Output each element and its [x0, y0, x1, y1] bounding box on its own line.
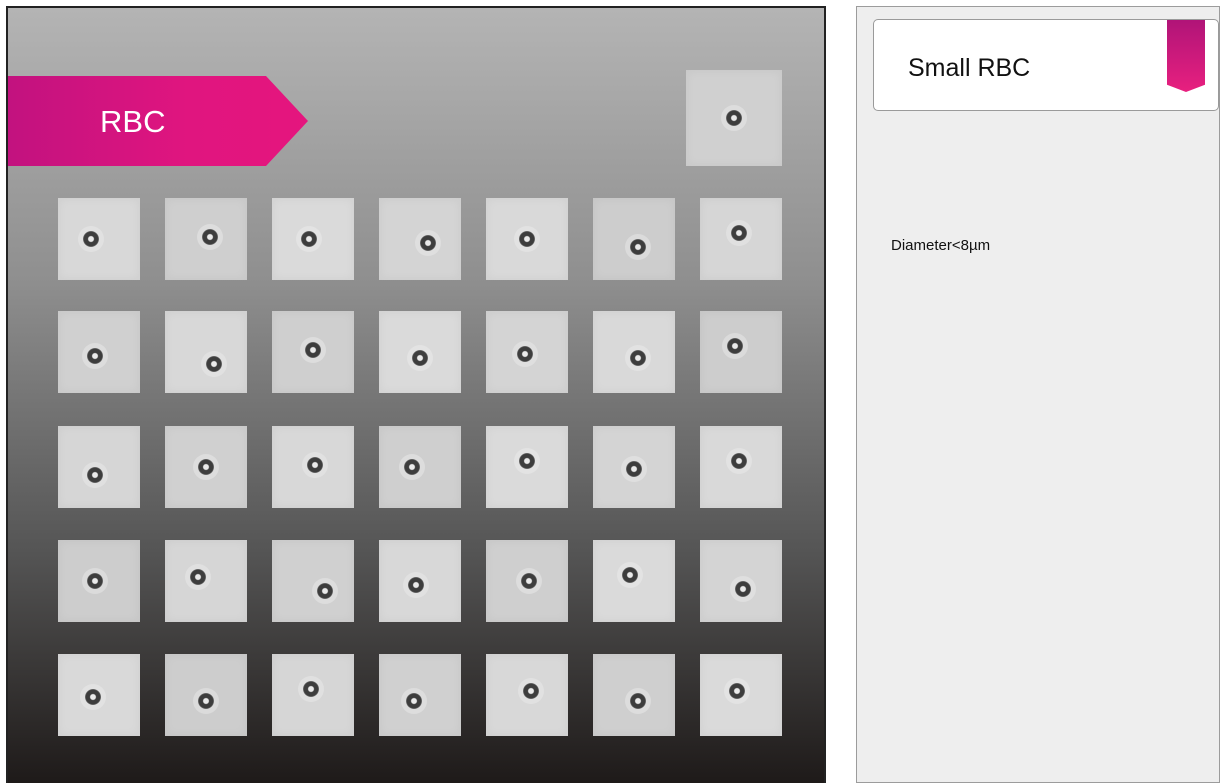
red-blood-cell-image — [412, 350, 428, 366]
red-blood-cell-image — [630, 239, 646, 255]
red-blood-cell-image — [726, 110, 742, 126]
cell-thumbnail[interactable] — [593, 426, 675, 508]
cell-thumbnail[interactable] — [58, 540, 140, 622]
cell-thumbnail[interactable] — [686, 70, 782, 166]
red-blood-cell-image — [198, 459, 214, 475]
cell-thumbnail[interactable] — [486, 311, 568, 393]
bookmark-icon — [1167, 20, 1205, 92]
red-blood-cell-image — [87, 348, 103, 364]
red-blood-cell-image — [622, 567, 638, 583]
category-label: RBC — [100, 104, 166, 139]
cell-thumbnail[interactable] — [272, 654, 354, 736]
red-blood-cell-image — [190, 569, 206, 585]
red-blood-cell-image — [305, 342, 321, 358]
red-blood-cell-image — [731, 453, 747, 469]
red-blood-cell-image — [729, 683, 745, 699]
cell-description: Diameter<8µm — [891, 237, 991, 254]
cell-thumbnail[interactable] — [700, 654, 782, 736]
red-blood-cell-image — [87, 573, 103, 589]
cell-thumbnail[interactable] — [165, 198, 247, 280]
cell-thumbnail[interactable] — [272, 311, 354, 393]
red-blood-cell-image — [406, 693, 422, 709]
red-blood-cell-image — [198, 693, 214, 709]
red-blood-cell-image — [517, 346, 533, 362]
red-blood-cell-image — [735, 581, 751, 597]
red-blood-cell-image — [519, 453, 535, 469]
cell-thumbnail[interactable] — [58, 426, 140, 508]
red-blood-cell-image — [519, 231, 535, 247]
red-blood-cell-image — [727, 338, 743, 354]
cell-thumbnail[interactable] — [272, 540, 354, 622]
red-blood-cell-image — [317, 583, 333, 599]
red-blood-cell-image — [521, 573, 537, 589]
cell-thumbnail[interactable] — [593, 198, 675, 280]
cell-thumbnail[interactable] — [593, 311, 675, 393]
cell-thumbnail[interactable] — [486, 198, 568, 280]
cell-thumbnail[interactable] — [486, 654, 568, 736]
red-blood-cell-image — [303, 681, 319, 697]
cell-thumbnail[interactable] — [165, 654, 247, 736]
cell-thumbnail[interactable] — [700, 540, 782, 622]
red-blood-cell-image — [85, 689, 101, 705]
red-blood-cell-image — [87, 467, 103, 483]
cell-thumbnail[interactable] — [379, 426, 461, 508]
red-blood-cell-image — [301, 231, 317, 247]
cell-type-title: Small RBC — [908, 54, 1031, 82]
red-blood-cell-image — [731, 225, 747, 241]
cell-thumbnail[interactable] — [379, 654, 461, 736]
cell-thumbnail[interactable] — [272, 198, 354, 280]
cell-thumbnail[interactable] — [58, 198, 140, 280]
red-blood-cell-image — [83, 231, 99, 247]
cell-thumbnail[interactable] — [486, 540, 568, 622]
cell-thumbnail[interactable] — [379, 311, 461, 393]
red-blood-cell-image — [404, 459, 420, 475]
red-blood-cell-image — [626, 461, 642, 477]
red-blood-cell-image — [202, 229, 218, 245]
cell-thumbnail[interactable] — [379, 540, 461, 622]
cell-thumbnail[interactable] — [700, 311, 782, 393]
red-blood-cell-image — [630, 350, 646, 366]
cell-thumbnail[interactable] — [486, 426, 568, 508]
cell-thumbnail[interactable] — [593, 654, 675, 736]
cell-thumbnail[interactable] — [58, 311, 140, 393]
red-blood-cell-image — [523, 683, 539, 699]
cell-thumbnail[interactable] — [593, 540, 675, 622]
red-blood-cell-image — [206, 356, 222, 372]
info-panel: Small RBC Diameter<8µm — [856, 6, 1220, 783]
red-blood-cell-image — [420, 235, 436, 251]
red-blood-cell-image — [408, 577, 424, 593]
red-blood-cell-image — [630, 693, 646, 709]
cell-thumbnail[interactable] — [700, 426, 782, 508]
cell-thumbnail[interactable] — [58, 654, 140, 736]
title-card: Small RBC — [873, 19, 1219, 111]
red-blood-cell-image — [307, 457, 323, 473]
cell-thumbnail[interactable] — [165, 311, 247, 393]
cell-thumbnail[interactable] — [165, 540, 247, 622]
cell-thumbnail[interactable] — [165, 426, 247, 508]
cell-thumbnail[interactable] — [700, 198, 782, 280]
cell-gallery: RBC — [6, 6, 826, 783]
cell-thumbnail[interactable] — [272, 426, 354, 508]
cell-thumbnail[interactable] — [379, 198, 461, 280]
